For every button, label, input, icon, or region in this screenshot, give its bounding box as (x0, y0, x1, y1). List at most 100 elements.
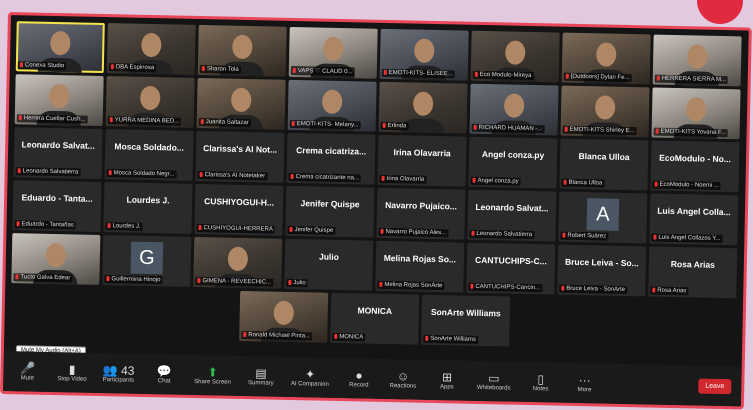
participant-display-name: Eduardo - Tanta... (21, 192, 93, 204)
muted-mic-icon (380, 228, 384, 234)
participant-tile[interactable]: Ronald Michael Pinta... (239, 290, 329, 343)
participant-tile[interactable]: Irina Olavarria Irina Olavarria (377, 134, 467, 187)
participant-avatar: G (130, 241, 164, 275)
muted-mic-icon (474, 71, 478, 77)
participant-tile[interactable]: Lourdes J. Lourdes J. (103, 182, 193, 234)
participant-tile[interactable]: [Outdoors] Dylan Fe... (561, 32, 651, 85)
participant-name-label: CANTUCHIPS-Cancin... (468, 282, 543, 293)
more-button[interactable]: ··· More (570, 373, 598, 394)
participant-tile[interactable]: Sharon Tola (197, 24, 287, 77)
participant-tile[interactable]: Leonardo Salvat... Leonardo Salvatierra (467, 189, 557, 242)
participant-tile[interactable]: RICHARD HUAMAN -... (469, 83, 559, 136)
apps-button[interactable]: ⊞ Apps (433, 370, 461, 391)
participant-tile[interactable]: Blanca Ulloa Blanca Ulloa (559, 138, 649, 191)
participant-name: Ronald Michael Pinta... (248, 332, 311, 340)
participant-tile[interactable]: EMOTI-KITS Shirley E... (560, 85, 650, 138)
participant-display-name: Leonardo Salvat... (21, 139, 95, 151)
participant-tile[interactable]: Mosca Soldado... Mosca Soldado Negr... (104, 129, 194, 181)
muted-mic-icon (18, 115, 22, 121)
participant-tile[interactable]: EMOTI-KITS Yovana F... (651, 87, 741, 140)
record-button[interactable]: ● Record (345, 368, 373, 389)
participant-tile[interactable]: HERRERA SIERRA M... (652, 34, 742, 87)
muted-mic-icon (197, 278, 201, 284)
notes-label: Notes (532, 386, 549, 393)
participant-tile[interactable]: Tucto Galva Edear (11, 233, 101, 285)
participant-tile[interactable]: G Guillermina Hinojo (102, 235, 192, 287)
muted-mic-icon (290, 173, 294, 180)
decorative-red-blob (692, 0, 748, 29)
participant-tile[interactable]: Angel conza.py Angel conza.py (468, 136, 558, 189)
muted-mic-icon (15, 274, 19, 280)
participant-tile[interactable]: EMOTI-KITS- ELISEE... (379, 28, 469, 81)
participant-video-face (141, 32, 162, 58)
participant-tile[interactable]: EMOTI-KITS- Melany... (287, 79, 377, 132)
muted-mic-icon (655, 128, 659, 134)
share-screen-button[interactable]: ⬆ Share Screen (194, 365, 231, 385)
participant-name-label: Leonardo Salvatierra (469, 229, 535, 240)
participant-name-label: Rosa Arias (650, 286, 689, 296)
participant-tile[interactable]: YURRA MEDINA BED... (105, 76, 195, 128)
participant-display-name: Leonardo Salvat... (475, 201, 549, 214)
stop-video-button[interactable]: ▮ Stop Video (57, 362, 87, 382)
participant-tile[interactable]: MONICA MONICA (330, 292, 420, 345)
participant-name: CANTUCHIPS-Cancin... (475, 283, 541, 292)
participant-display-name: Luis Angel Colla... (657, 205, 731, 218)
participant-name: Clarissa's AI Notetaker (204, 172, 266, 180)
participant-tile[interactable]: Eco Modulo-Mireya (470, 30, 560, 83)
participant-tile[interactable]: Leonardo Salvat... Leonardo Salvatierra (13, 127, 103, 179)
participant-tile[interactable]: Herrera Cuellar Cush... (14, 74, 104, 127)
participant-name-label: Leonardo Salvatierra (15, 167, 81, 177)
mute-icon: 🎤 (19, 361, 36, 376)
participant-tile[interactable]: Juanita Saltazar (196, 77, 286, 130)
participant-display-name: Clarissa's AI Not... (203, 143, 278, 155)
participant-video-face (232, 34, 253, 60)
muted-mic-icon (561, 285, 565, 291)
participant-tile[interactable]: CANTUCHIPS-C... CANTUCHIPS-Cancin... (466, 242, 556, 295)
participant-video-face (323, 36, 344, 62)
chat-button[interactable]: 💬 Chat (150, 364, 178, 385)
notes-icon: ▯ (537, 372, 545, 387)
participant-tile[interactable]: VAPS ♡ CLAUD 0... (288, 26, 378, 79)
participant-tile[interactable]: Erlinda (378, 81, 468, 134)
muted-mic-icon (19, 62, 23, 68)
participant-name: VAPS ♡ CLAUD 0... (297, 68, 353, 76)
participant-name: Irina Olavarria (386, 175, 425, 183)
participant-tile[interactable]: Navarro Pujaico... Navarro Pujaico Ales..… (376, 187, 466, 240)
ai-companion-button[interactable]: ✦ AI Companion (290, 367, 329, 388)
participant-tile[interactable]: Eduardo - Tanta... Eduardo - Tantañas (12, 180, 102, 232)
leave-button[interactable]: Leave (698, 378, 732, 394)
participant-tile[interactable]: Luis Angel Colla... Luis Angel Collazos Y… (649, 193, 739, 246)
participant-tile[interactable]: Clarissa's AI Not... Clarissa's AI Noteta… (195, 130, 285, 183)
participant-tile[interactable]: Conexa Studio (15, 21, 105, 74)
participant-tile[interactable]: Crema cicatriza... Crema cicatrizante na.… (286, 132, 376, 185)
participant-tile[interactable]: Melina Rojas So... Melina Rojas SonArte (375, 240, 465, 293)
participants-button[interactable]: 👥 43 Participants (102, 363, 135, 384)
participant-tile[interactable]: A Robert Suárez (558, 191, 648, 244)
ai-companion-label: AI Companion (290, 381, 329, 388)
participant-tile[interactable]: GIMENA - REVEECHIC... (193, 236, 283, 289)
participant-tile[interactable]: DBA Espinosa (106, 23, 196, 75)
participant-tile[interactable]: EcoModulo - No... EcoModulo - Noemi ... (650, 140, 740, 193)
participant-tile[interactable]: CUSHIYOGUI-H... CUSHIYOGUI-HERRERA (194, 183, 284, 236)
reactions-button[interactable]: ☺ Reactions (389, 369, 417, 390)
participant-name-label: Jenifer Quispe (287, 225, 336, 235)
notes-button[interactable]: ▯ Notes (526, 372, 554, 393)
participant-tile[interactable]: Bruce Leiva - So... Bruce Leiva - SonArte (557, 244, 647, 297)
participant-tile[interactable]: Julio Julio (284, 238, 374, 291)
participant-tile[interactable]: Jenifer Quispe Jenifer Quispe (285, 185, 375, 238)
participant-name: EMOTI-KITS- Melany... (296, 121, 359, 129)
summary-button[interactable]: ▤ Summary (247, 366, 275, 387)
participant-tile[interactable]: SonArte Williams SonArte Williams (421, 294, 511, 347)
chat-label: Chat (157, 378, 171, 385)
mute-button[interactable]: 🎤 Mute (13, 361, 41, 382)
stop-video-icon: ▮ (68, 362, 76, 377)
participant-name: Angel conza.py (477, 177, 519, 185)
participant-display-name: Bruce Leiva - So... (564, 256, 639, 269)
whiteboards-button[interactable]: ▭ Whiteboards (477, 371, 511, 391)
mute-label: Mute (20, 375, 35, 382)
participant-display-name: Lourdes J. (126, 194, 170, 206)
participant-tile[interactable]: Rosa Arias Rosa Arias (648, 246, 738, 299)
participant-name-label: EMOTI-KITS Shirley E... (562, 125, 637, 136)
participant-name-label: GIMENA - REVEECHIC... (195, 276, 274, 287)
muted-mic-icon (379, 281, 383, 287)
